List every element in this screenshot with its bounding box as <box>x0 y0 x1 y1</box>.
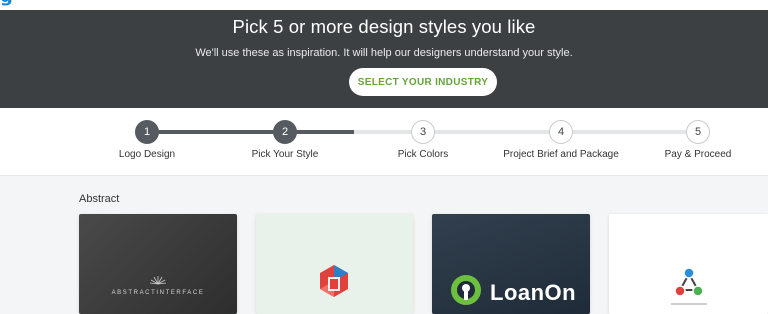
page-subtitle: We'll use these as inspiration. It will … <box>195 47 573 59</box>
progress-stepper: 1 Logo Design 2 Pick Your Style 3 Pick C… <box>0 108 768 176</box>
section-title-abstract: Abstract <box>79 193 120 205</box>
step-label: Pick Colors <box>397 149 449 160</box>
progress-track-remaining <box>354 130 699 134</box>
style-card[interactable]: LoanOn <box>432 214 590 314</box>
style-gallery: Abstract ABSTRACTINTERFACE LoanOn <box>0 177 768 314</box>
card-brand-text: ABSTRACTINTERFACE <box>111 290 205 296</box>
step-number: 2 <box>273 120 297 144</box>
step-label: Pick Your Style <box>251 149 319 160</box>
page-title: Pick 5 or more design styles you like <box>232 16 536 37</box>
top-navbar: ɡ <box>0 0 768 10</box>
style-card[interactable]: ABSTRACTINTERFACE <box>79 214 237 314</box>
step-label: Pay & Proceed <box>664 149 732 160</box>
select-industry-button[interactable]: SELECT YOUR INDUSTRY <box>349 68 497 96</box>
hero-banner: Pick 5 or more design styles you like We… <box>0 10 768 108</box>
connected-nodes-icon <box>671 267 707 305</box>
progress-track-completed <box>147 130 354 134</box>
step-number: 3 <box>411 120 435 144</box>
step-number: 4 <box>549 120 573 144</box>
step-number: 1 <box>135 120 159 144</box>
site-logo[interactable]: ɡ <box>0 0 13 7</box>
sunburst-icon <box>149 276 167 285</box>
style-card[interactable] <box>256 214 413 314</box>
card-brand-text: LoanOn <box>490 280 577 305</box>
style-card[interactable] <box>609 214 768 314</box>
red-blue-gem-icon <box>320 265 348 297</box>
step-number: 5 <box>686 120 710 144</box>
step-label: Project Brief and Package <box>503 149 619 160</box>
step-label: Logo Design <box>118 149 176 160</box>
